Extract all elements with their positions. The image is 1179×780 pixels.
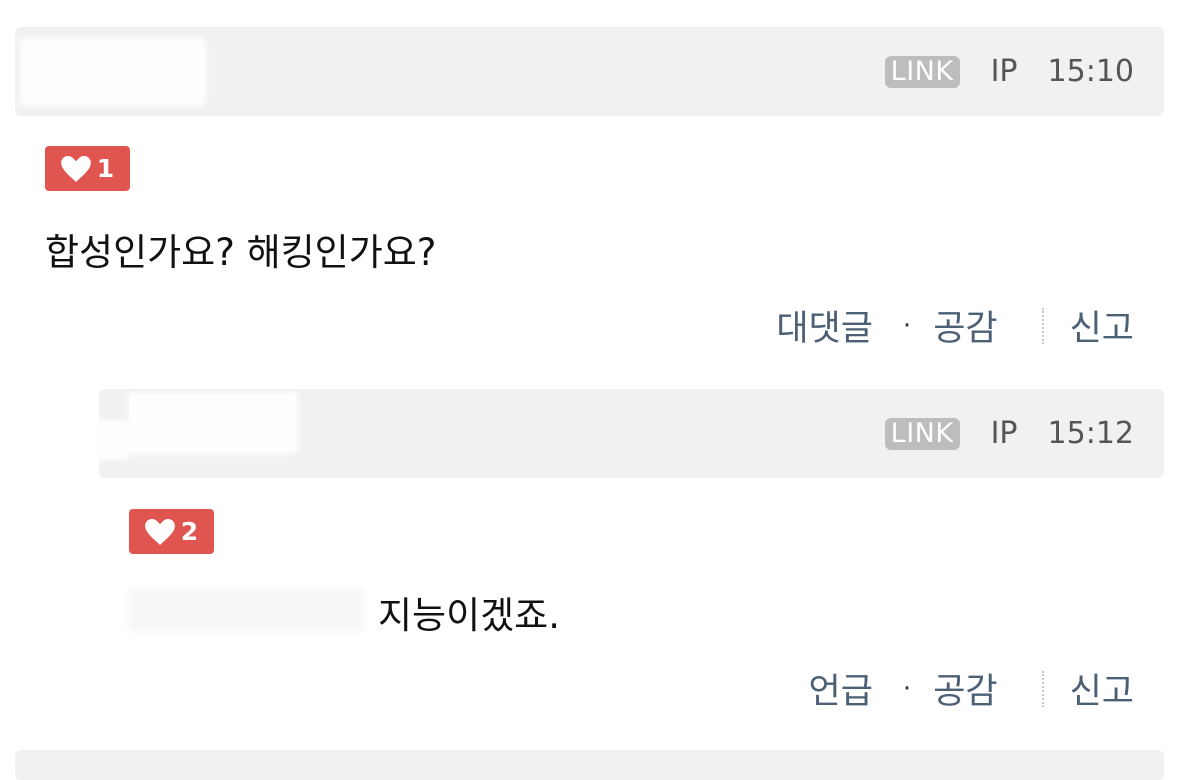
report-button[interactable]: 신고 — [1070, 663, 1134, 714]
reply-button[interactable]: 대댓글 — [776, 300, 873, 351]
empathy-button[interactable]: 공감 — [933, 663, 997, 714]
like-count-badge: 1 — [45, 146, 130, 191]
ip-label: IP — [990, 416, 1018, 451]
mention-redacted — [128, 588, 364, 632]
separator-dot: · — [902, 673, 912, 704]
author-name-redacted — [20, 38, 206, 106]
reply-actions: 언급 · 공감 신고 — [809, 663, 1134, 714]
comment-time: 15:10 — [1047, 54, 1134, 89]
ip-label: IP — [990, 54, 1018, 89]
comment-time: 15:12 — [1047, 416, 1134, 451]
comment-body: 합성인가요? 해킹인가요? — [45, 231, 437, 274]
report-button[interactable]: 신고 — [1070, 300, 1134, 351]
like-count: 2 — [180, 517, 199, 546]
link-badge[interactable]: LINK — [884, 55, 960, 88]
author-name-redacted — [128, 392, 298, 454]
next-comment-header — [15, 750, 1164, 780]
mention-button[interactable]: 언급 — [809, 663, 873, 714]
comment-meta: LINK IP 15:10 — [884, 27, 1134, 116]
like-count: 1 — [96, 154, 115, 183]
like-count-badge: 2 — [129, 509, 214, 554]
heart-icon — [60, 155, 91, 182]
reply-body: 지능이겠죠. — [378, 594, 560, 637]
divider — [1041, 670, 1044, 707]
link-badge[interactable]: LINK — [884, 417, 960, 450]
empathy-button[interactable]: 공감 — [933, 300, 997, 351]
heart-icon — [144, 518, 175, 545]
reply-meta: LINK IP 15:12 — [884, 389, 1134, 478]
author-blur-edge — [60, 420, 130, 460]
divider — [1041, 307, 1044, 344]
separator-dot: · — [902, 310, 912, 341]
comment-actions: 대댓글 · 공감 신고 — [776, 300, 1134, 351]
